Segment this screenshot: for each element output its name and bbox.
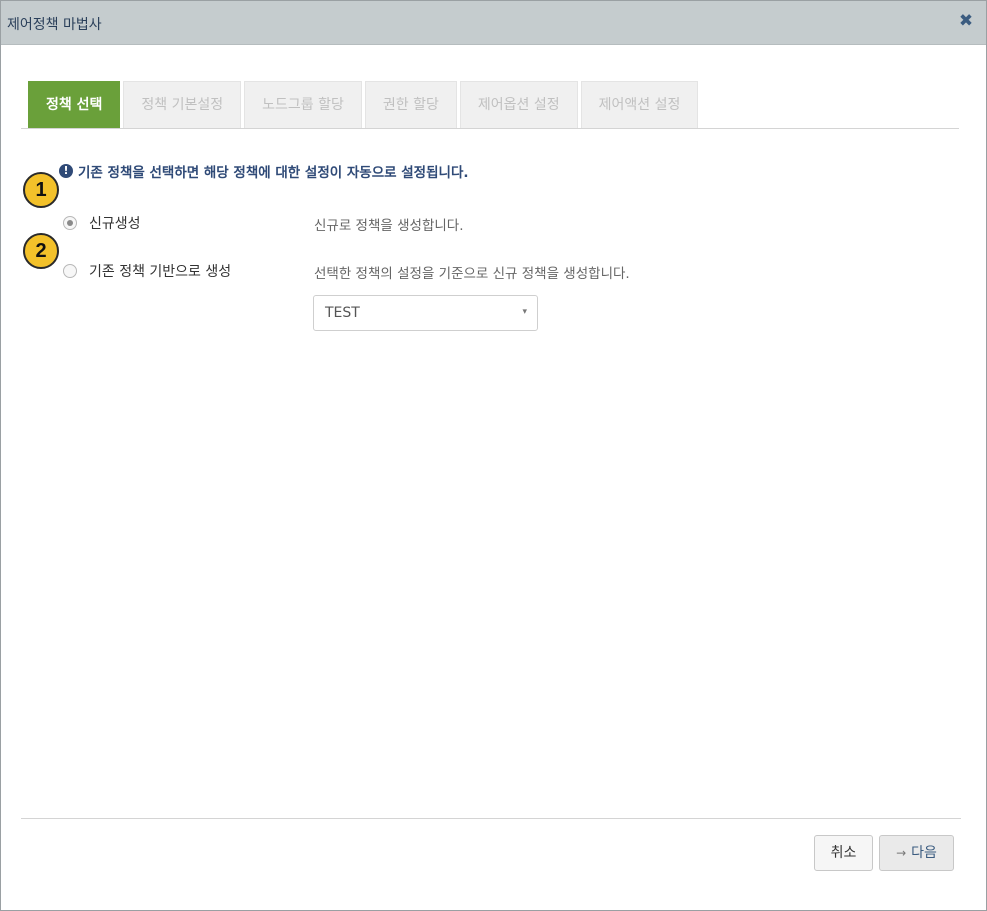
tab-node-group-assign[interactable]: 노드그룹 할당 [244,81,362,128]
tab-policy-select[interactable]: 정책 선택 [28,81,121,128]
radio-new-create[interactable] [63,216,77,230]
step-badge-1: 1 [23,172,59,208]
info-message: ! 기존 정책을 선택하면 해당 정책에 대한 설정이 자동으로 설정됩니다. [59,161,469,181]
policy-select-value: TEST [325,305,360,321]
radio-existing-based[interactable] [63,264,77,278]
tab-divider [21,128,959,129]
option-new-create-label: 신규생성 [89,216,141,232]
tab-policy-basic-settings[interactable]: 정책 기본설정 [123,81,242,128]
option-existing-based-description: 선택한 정책의 설정을 기준으로 신규 정책을 생성합니다. [314,266,630,282]
tab-control-action-settings[interactable]: 제어액션 설정 [580,81,699,128]
policy-wizard-dialog: 제어정책 마법사 ✖ 정책 선택 정책 기본설정 노드그룹 할당 권한 할당 제… [0,0,987,911]
title-bar: 제어정책 마법사 ✖ [1,1,986,45]
info-text: 기존 정책을 선택하면 해당 정책에 대한 설정이 자동으로 설정됩니다. [78,165,469,181]
option-new-create-description: 신규로 정책을 생성합니다. [314,218,464,234]
cancel-button[interactable]: 취소 [814,835,873,871]
option-existing-based: 기존 정책 기반으로 생성 [63,261,231,281]
footer-divider [21,818,961,819]
wizard-tabs: 정책 선택 정책 기본설정 노드그룹 할당 권한 할당 제어옵션 설정 제어액션… [28,81,701,128]
chevron-down-icon: ▾ [522,307,527,317]
next-button-label: 다음 [911,845,937,861]
arrow-right-icon: → [896,846,907,860]
option-new-create: 신규생성 [63,213,141,233]
tab-control-option-settings[interactable]: 제어옵션 설정 [459,81,578,128]
policy-select[interactable]: TEST ▾ [313,295,538,331]
option-existing-based-label: 기존 정책 기반으로 생성 [89,264,232,280]
info-icon: ! [59,164,73,178]
close-icon[interactable]: ✖ [956,11,976,31]
dialog-title: 제어정책 마법사 [7,17,102,33]
next-button[interactable]: → 다음 [879,835,954,871]
step-badge-2: 2 [23,233,59,269]
tab-permission-assign[interactable]: 권한 할당 [364,81,457,128]
